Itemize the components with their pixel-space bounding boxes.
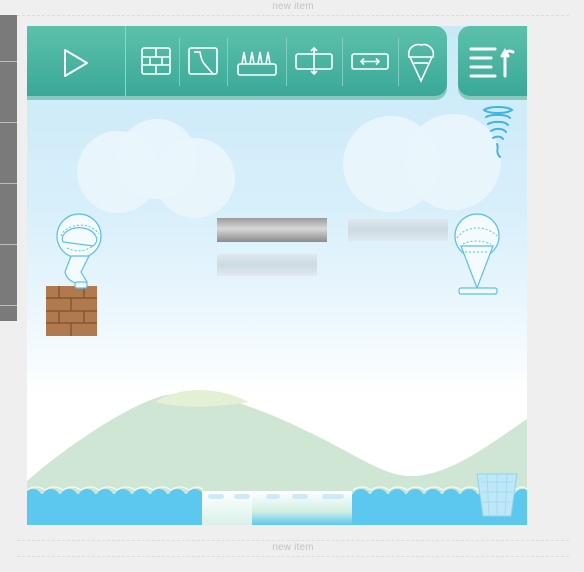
ice-dashes bbox=[208, 494, 344, 499]
ghost-platform[interactable] bbox=[217, 254, 317, 276]
left-rail bbox=[0, 15, 17, 321]
trash-icon[interactable] bbox=[475, 472, 519, 518]
tool-vertical-platform[interactable] bbox=[295, 44, 333, 78]
rail-divider bbox=[0, 61, 17, 62]
rail-divider bbox=[0, 183, 17, 184]
slope-icon bbox=[188, 47, 218, 75]
play-icon bbox=[64, 49, 88, 77]
spikes-icon bbox=[237, 51, 277, 76]
ice-cream-goal[interactable] bbox=[451, 212, 503, 298]
tool-horizontal-platform[interactable] bbox=[351, 44, 389, 78]
rail-divider bbox=[0, 305, 17, 306]
toolbar-divider bbox=[398, 38, 399, 86]
ghost-platform[interactable] bbox=[348, 219, 448, 241]
divider-bottom-1 bbox=[17, 540, 569, 541]
new-item-top[interactable]: new item bbox=[17, 1, 569, 12]
toolbar-divider bbox=[179, 38, 180, 86]
rail-divider bbox=[0, 122, 17, 123]
new-item-bottom[interactable]: new item bbox=[17, 542, 569, 553]
vertical-move-icon bbox=[295, 46, 333, 76]
metal-platform[interactable] bbox=[217, 218, 327, 242]
horizontal-move-icon bbox=[351, 53, 389, 70]
tool-wall[interactable] bbox=[139, 44, 173, 78]
brick-wall-icon bbox=[141, 47, 171, 75]
menu-back-icon bbox=[469, 47, 515, 78]
game-stage[interactable] bbox=[27, 26, 527, 525]
play-button[interactable] bbox=[27, 26, 126, 96]
ice-cream-icon bbox=[407, 43, 435, 83]
tool-slope[interactable] bbox=[186, 44, 220, 78]
toolbar-divider bbox=[286, 38, 287, 86]
divider-bottom-2 bbox=[17, 556, 569, 557]
toolbar-divider bbox=[342, 38, 343, 86]
divider-top bbox=[17, 15, 569, 16]
brick-block[interactable] bbox=[46, 286, 98, 336]
toolbar-divider bbox=[227, 38, 228, 86]
tool-icecream[interactable] bbox=[404, 41, 438, 83]
player-character[interactable] bbox=[53, 212, 107, 290]
menu-button[interactable] bbox=[458, 26, 527, 96]
editor-toolbar bbox=[27, 26, 447, 96]
tool-spikes[interactable] bbox=[237, 44, 277, 78]
rail-divider bbox=[0, 244, 17, 245]
tornado-icon[interactable] bbox=[481, 104, 515, 162]
